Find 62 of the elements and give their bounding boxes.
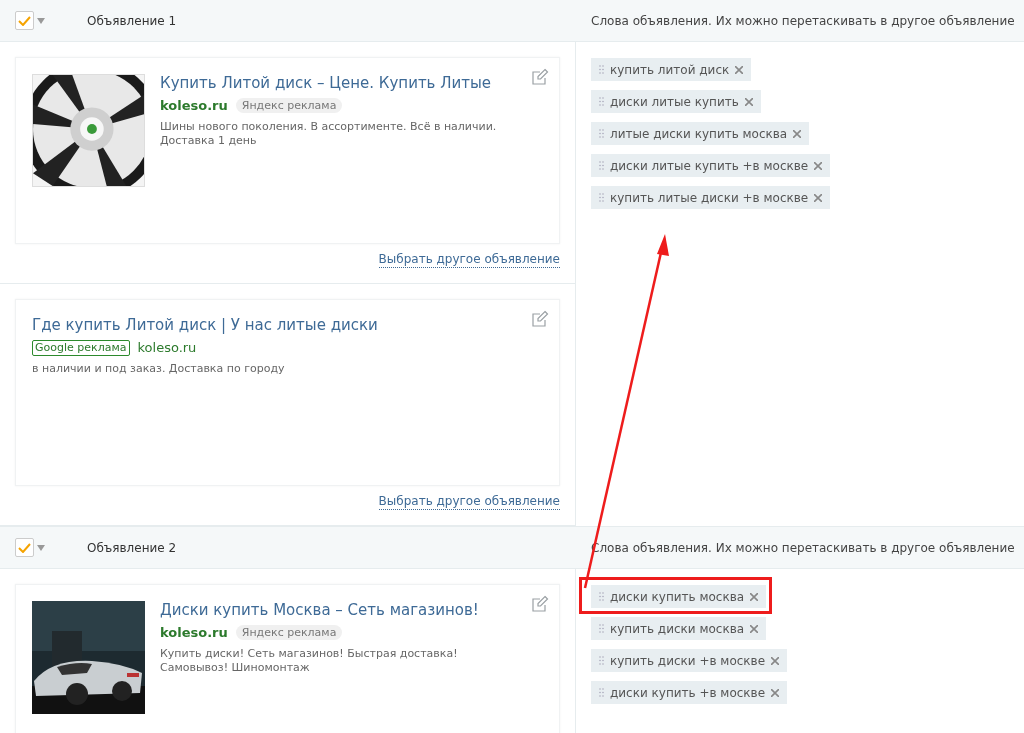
drag-handle-icon[interactable] — [599, 624, 604, 633]
choose-other-ad-link[interactable]: Выбрать другое объявление — [378, 494, 560, 510]
caret-icon[interactable] — [37, 17, 45, 24]
keyword-text: диски купить москва — [610, 588, 745, 606]
keyword-text: диски литые купить — [610, 93, 739, 111]
drag-handle-icon[interactable] — [599, 688, 604, 697]
ad-description: Купить диски! Сеть магазинов! Быстрая доставка! Самовывоз! Шиномонтаж — [160, 646, 459, 675]
group-title: Объявление 1 — [87, 12, 177, 30]
choose-other-ad-link[interactable]: Выбрать другое объявление — [378, 252, 560, 268]
keyword-tag[interactable]: диски литые купить +в москве — [591, 154, 831, 177]
close-icon[interactable] — [793, 129, 802, 138]
ad-title[interactable]: Купить Литой диск – Цене. Купить Литые — [160, 74, 513, 92]
drag-handle-icon[interactable] — [599, 161, 604, 170]
ad-domain: koleso.ru — [137, 339, 197, 357]
ad-network-badge: Яндекс реклама — [235, 625, 343, 641]
checkmark-icon — [18, 15, 31, 26]
drag-handle-icon[interactable] — [599, 129, 604, 138]
edit-icon[interactable] — [531, 310, 549, 328]
drag-handle-icon[interactable] — [599, 592, 604, 601]
close-icon[interactable] — [735, 65, 744, 74]
keyword-tag[interactable]: диски купить +в москве — [591, 681, 788, 704]
ad-description: в наличии и под заказ. Доставка по городу — [32, 361, 286, 376]
keyword-tag[interactable]: литые диски купить москва — [591, 122, 810, 145]
drag-handle-icon[interactable] — [599, 656, 604, 665]
keyword-tag[interactable]: купить литые диски +в москве — [591, 186, 831, 209]
keyword-tag[interactable]: купить диски +в москве — [591, 649, 788, 672]
ad-description: Шины нового поколения. В ассортименте. Всё в наличии. Доставка 1 день — [160, 119, 498, 148]
close-icon[interactable] — [814, 161, 823, 170]
checkmark-icon — [18, 542, 31, 553]
checkbox[interactable] — [15, 11, 34, 30]
checkbox[interactable] — [15, 538, 34, 557]
ad-network-badge: Google реклама — [32, 339, 130, 356]
keyword-tag[interactable]: диски купить москва — [591, 585, 767, 608]
close-icon[interactable] — [750, 624, 759, 633]
ad-title[interactable]: Диски купить Москва – Сеть магазинов! — [160, 601, 513, 619]
edit-icon[interactable] — [531, 595, 549, 613]
close-icon[interactable] — [744, 97, 753, 106]
ad-title[interactable]: Где купить Литой диск | У нас литые диски — [32, 316, 378, 334]
keyword-tag[interactable]: купить литой диск — [591, 58, 752, 81]
caret-icon[interactable] — [37, 544, 45, 551]
keyword-text: купить диски +в москве — [610, 652, 766, 670]
drag-handle-icon[interactable] — [599, 97, 604, 106]
keywords-hint: Слова объявления. Их можно перетаскивать в другое объявление — [590, 12, 1015, 30]
close-icon[interactable] — [771, 688, 780, 697]
keyword-text: купить литые диски +в москве — [610, 189, 809, 207]
keyword-text: диски литые купить +в москве — [610, 157, 809, 175]
edit-icon[interactable] — [531, 68, 549, 86]
drag-handle-icon[interactable] — [599, 193, 604, 202]
ad-network-badge: Яндекс реклама — [235, 98, 343, 114]
keyword-tag[interactable]: купить диски москва — [591, 617, 767, 640]
keyword-tag[interactable]: диски литые купить — [591, 90, 761, 113]
ad-domain: koleso.ru — [160, 97, 228, 115]
ad-domain: koleso.ru — [160, 624, 228, 642]
keyword-text: купить диски москва — [610, 620, 745, 638]
group-title: Объявление 2 — [87, 539, 177, 557]
close-icon[interactable] — [771, 656, 780, 665]
drag-handle-icon[interactable] — [599, 65, 604, 74]
keyword-text: диски купить +в москве — [610, 684, 766, 702]
close-icon[interactable] — [814, 193, 823, 202]
keyword-text: литые диски купить москва — [610, 125, 788, 143]
close-icon[interactable] — [750, 592, 759, 601]
keyword-text: купить литой диск — [610, 61, 730, 79]
